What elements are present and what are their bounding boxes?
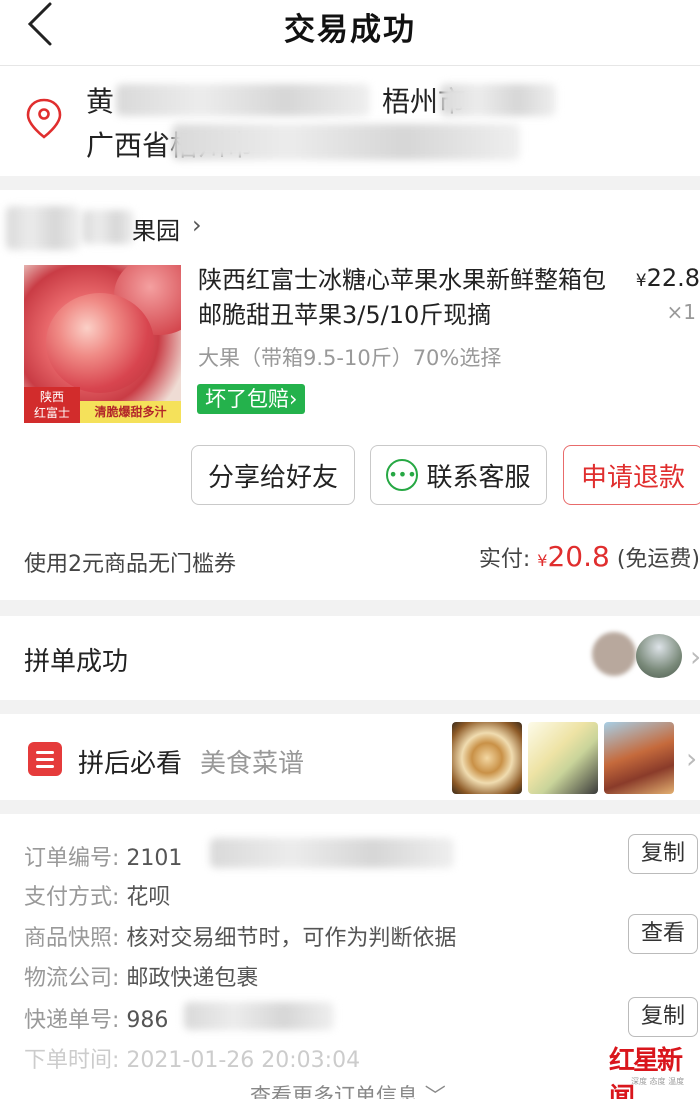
image-tag-origin: 陕西 红富士: [24, 387, 80, 423]
recipe-title: 拼后必看: [78, 749, 183, 779]
coupon-info: 使用2元商品无门槛券: [24, 552, 236, 577]
copy-order-number-button[interactable]: 复制: [628, 834, 698, 874]
product-image[interactable]: 陕西 红富士 清脆爆甜多汁: [24, 265, 181, 423]
refund-button[interactable]: 申请退款: [563, 445, 700, 505]
payment-method-row: 支付方式: 花呗: [24, 885, 171, 910]
news-watermark-logo: 红星新闻 深度 态度 温度: [609, 1046, 685, 1099]
logistics-row: 物流公司: 邮政快递包裹: [24, 966, 259, 991]
snapshot-row: 商品快照: 核对交易细节时，可作为判断依据: [24, 926, 457, 951]
page-title: 交易成功: [284, 12, 416, 48]
recipe-subtitle: 美食菜谱: [200, 749, 305, 779]
location-pin-icon: [24, 96, 64, 140]
chevron-right-icon[interactable]: ›: [690, 640, 700, 673]
paid-amount: 实付: ¥20.8 (免运费): [478, 540, 700, 573]
order-number-row: 订单编号: 2101: [24, 846, 183, 871]
copy-tracking-number-button[interactable]: 复制: [628, 997, 698, 1037]
chevron-right-icon[interactable]: ›: [192, 211, 202, 239]
tracking-number-row: 快递单号: 986: [24, 1008, 169, 1033]
order-time-row: 下单时间: 2021-01-26 20:03:04: [24, 1048, 361, 1073]
chevron-right-icon[interactable]: ›: [686, 742, 697, 775]
recipe-image[interactable]: [604, 722, 674, 794]
product-quantity: ×1: [666, 300, 696, 324]
product-title[interactable]: 陕西红富士冰糖心苹果水果新鲜整箱包邮脆甜丑苹果3/5/10斤现摘: [198, 263, 608, 333]
redacted-blur: [210, 838, 454, 868]
recipe-image[interactable]: [528, 722, 598, 794]
redacted-blur: [116, 84, 370, 116]
list-icon: [28, 742, 62, 776]
product-spec: 大果（带箱9.5-10斤）70%选择: [198, 346, 502, 370]
image-tag-slogan: 清脆爆甜多汁: [80, 401, 181, 423]
redacted-blur: [440, 84, 556, 116]
shop-avatar: [6, 206, 80, 250]
contact-service-button[interactable]: ••• 联系客服: [370, 445, 547, 505]
avatar: [636, 634, 682, 678]
redacted-blur: [82, 210, 134, 244]
group-buy-title: 拼单成功: [24, 647, 129, 677]
top-bar: 交易成功: [0, 0, 700, 66]
share-button[interactable]: 分享给好友: [191, 445, 355, 505]
product-price: ¥22.8: [635, 264, 700, 292]
recipe-image[interactable]: [452, 722, 522, 794]
apple-graphic: [46, 293, 154, 393]
more-order-info-link[interactable]: 查看更多订单信息 ﹀: [250, 1080, 446, 1099]
shop-name[interactable]: 果园: [132, 211, 180, 246]
address-name: 黄: [86, 85, 115, 118]
redacted-blur: [184, 1002, 334, 1030]
view-snapshot-button[interactable]: 查看: [628, 914, 698, 954]
avatar: [592, 632, 636, 676]
chat-bubble-icon: •••: [386, 459, 419, 491]
guarantee-badge[interactable]: 坏了包赔›: [197, 384, 306, 414]
redacted-blur: [172, 124, 520, 160]
